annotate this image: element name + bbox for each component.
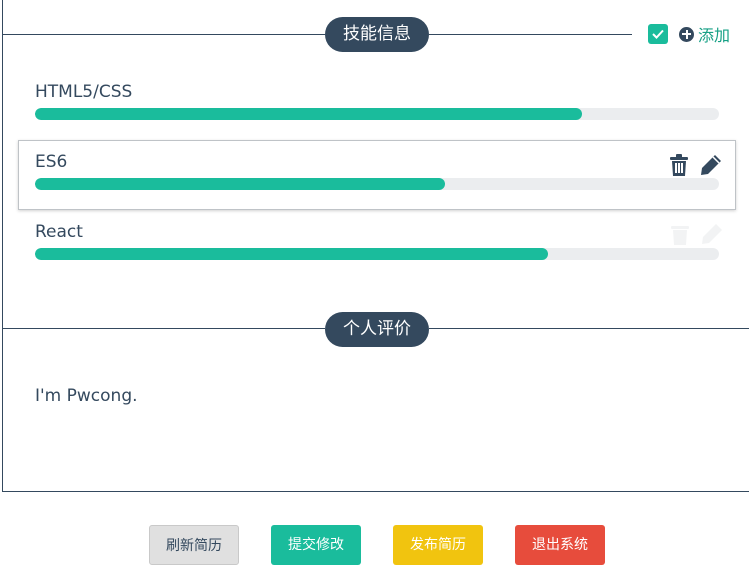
skill-actions <box>670 154 722 176</box>
submit-changes-button[interactable]: 提交修改 <box>271 525 361 565</box>
skills-divider-left <box>2 34 325 35</box>
trash-icon[interactable] <box>671 223 689 245</box>
refresh-resume-button[interactable]: 刷新简历 <box>149 525 239 565</box>
evaluation-divider-left <box>2 328 325 329</box>
skills-edit-toggle[interactable] <box>648 24 668 44</box>
check-icon <box>652 29 664 39</box>
publish-resume-button[interactable]: 发布简历 <box>393 525 483 565</box>
skill-item[interactable]: HTML5/CSS <box>18 70 736 140</box>
skill-name: ES6 <box>35 152 68 172</box>
evaluation-text[interactable]: I'm Pwcong. <box>35 386 138 406</box>
skill-item[interactable]: React <box>18 210 736 280</box>
logout-button[interactable]: 退出系统 <box>515 525 605 565</box>
skill-actions <box>671 223 723 245</box>
add-skill-label: 添加 <box>698 26 731 45</box>
skill-progress-fill <box>35 248 548 260</box>
skill-progress-bar <box>35 108 719 120</box>
skill-name: React <box>35 222 83 242</box>
skill-name: HTML5/CSS <box>35 82 133 102</box>
skill-progress-fill <box>35 178 446 190</box>
skill-item[interactable]: ES6 <box>18 140 736 210</box>
evaluation-divider-right <box>429 328 749 329</box>
skill-progress-bar <box>35 248 719 260</box>
add-skill-button[interactable]: 添加 <box>679 23 730 45</box>
plus-circle-icon <box>679 26 694 42</box>
skill-progress-bar <box>35 178 719 190</box>
skills-section-title: 技能信息 <box>325 17 429 52</box>
pencil-icon[interactable] <box>701 223 723 245</box>
trash-icon[interactable] <box>670 154 688 176</box>
evaluation-section-title: 个人评价 <box>325 312 429 347</box>
skill-progress-fill <box>35 108 583 120</box>
pencil-icon[interactable] <box>700 154 722 176</box>
skills-divider-right <box>429 34 632 35</box>
